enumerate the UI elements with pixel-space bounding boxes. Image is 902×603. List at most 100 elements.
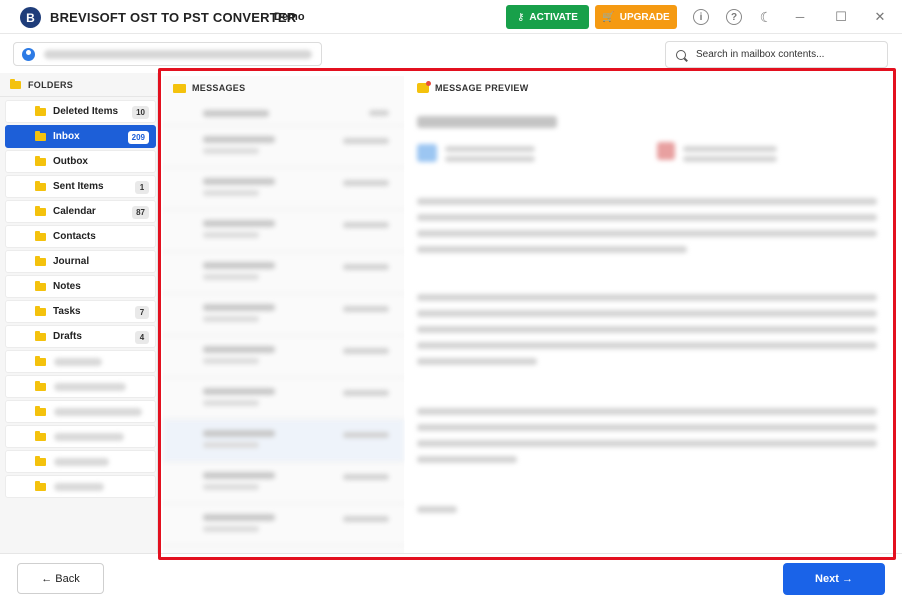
folder-item-calendar[interactable]: Calendar 87 (5, 200, 156, 223)
preview-header: MESSAGE PREVIEW (405, 76, 529, 100)
folder-item-outbox[interactable]: Outbox (5, 150, 156, 173)
folder-count: 87 (132, 206, 149, 219)
message-date-redacted (343, 222, 389, 228)
search-box[interactable] (665, 41, 888, 68)
folder-name-redacted (54, 382, 126, 391)
message-subject-redacted (203, 388, 275, 395)
message-date-redacted (343, 474, 389, 480)
folders-header-label: FOLDERS (28, 79, 74, 90)
search-input[interactable] (696, 49, 886, 60)
folder-name: Drafts (53, 331, 82, 342)
message-sender-redacted (203, 400, 259, 406)
folder-list: Deleted Items 10 Inbox 209 Outbox Sent I… (5, 100, 156, 500)
message-date-redacted (343, 516, 389, 522)
folder-item-inbox[interactable]: Inbox 209 (5, 125, 156, 148)
message-subject-redacted (203, 514, 275, 521)
message-row-selected-redacted[interactable] (163, 420, 404, 462)
message-row-redacted[interactable] (163, 168, 404, 210)
message-row-redacted[interactable] (163, 126, 404, 168)
maximize-icon[interactable]: ☐ (833, 9, 849, 25)
message-date-redacted (343, 306, 389, 312)
footer-bar: ← Back Next → (0, 553, 902, 603)
message-subject-redacted (203, 430, 275, 437)
next-button[interactable]: Next → (783, 563, 885, 595)
message-list (163, 104, 404, 546)
close-icon[interactable]: ✕ (872, 9, 888, 25)
folder-icon (35, 380, 46, 391)
envelope-icon (173, 83, 186, 93)
folder-item-redacted[interactable] (5, 450, 156, 473)
title-bar: B BREVISOFT OST TO PST CONVERTER Demo ⚷ … (0, 0, 902, 34)
folder-name: Journal (53, 256, 90, 267)
message-row-redacted[interactable] (163, 294, 404, 336)
folder-item-redacted[interactable] (5, 375, 156, 398)
message-row-redacted[interactable] (163, 378, 404, 420)
folder-item-journal[interactable]: Journal (5, 250, 156, 273)
message-date-redacted (343, 390, 389, 396)
folder-name: Notes (53, 281, 81, 292)
folder-count: 7 (135, 306, 149, 319)
minimize-icon[interactable]: ─ (792, 9, 808, 25)
folder-name: Calendar (53, 206, 96, 217)
message-row-redacted[interactable] (163, 336, 404, 378)
message-row-redacted[interactable] (163, 210, 404, 252)
mail-open-icon (417, 81, 431, 93)
folder-name: Outbox (53, 156, 88, 167)
folder-item-contacts[interactable]: Contacts (5, 225, 156, 248)
message-sender-redacted (203, 190, 259, 196)
folder-item-redacted[interactable] (5, 475, 156, 498)
upgrade-button[interactable]: 🛒 UPGRADE (595, 5, 677, 29)
body-line-redacted (417, 294, 877, 301)
edition-label: Demo (274, 11, 305, 23)
account-name-redacted (44, 50, 312, 59)
folder-name-redacted (54, 457, 109, 466)
upgrade-label: UPGRADE (619, 11, 670, 23)
message-sender-redacted (203, 274, 259, 280)
body-line-redacted (417, 310, 877, 317)
body-line-redacted (417, 198, 877, 205)
moon-icon[interactable]: ☾ (758, 9, 774, 25)
back-button[interactable]: ← Back (17, 563, 104, 594)
message-subject-redacted (203, 262, 275, 269)
preview-subject-redacted (417, 116, 557, 128)
folder-name: Inbox (53, 131, 80, 142)
activate-label: ACTIVATE (529, 11, 578, 23)
folder-item-sent-items[interactable]: Sent Items 1 (5, 175, 156, 198)
folder-icon (10, 78, 21, 89)
message-row-redacted[interactable] (163, 462, 404, 504)
folder-item-redacted[interactable] (5, 425, 156, 448)
message-sender-redacted (203, 358, 259, 364)
recipient-avatar-redacted (657, 142, 675, 160)
account-selector[interactable] (13, 42, 322, 66)
folder-item-redacted[interactable] (5, 350, 156, 373)
body-line-redacted (417, 440, 877, 447)
sender-email-redacted (445, 156, 535, 162)
body-line-redacted (417, 408, 877, 415)
folder-icon (35, 455, 46, 466)
app-logo-icon: B (20, 7, 41, 28)
folder-item-notes[interactable]: Notes (5, 275, 156, 298)
message-date-redacted (343, 348, 389, 354)
body-line-redacted (417, 230, 877, 237)
message-row-redacted[interactable] (163, 504, 404, 546)
folder-icon (35, 130, 46, 141)
message-sender-redacted (203, 316, 259, 322)
folder-icon (35, 430, 46, 441)
info-icon[interactable]: i (693, 9, 709, 25)
folders-panel: FOLDERS Deleted Items 10 Inbox 209 Outbo… (0, 73, 158, 553)
help-icon[interactable]: ? (726, 9, 742, 25)
message-subject-redacted (203, 220, 275, 227)
folder-item-tasks[interactable]: Tasks 7 (5, 300, 156, 323)
folder-name: Deleted Items (53, 106, 119, 117)
messages-header: MESSAGES (163, 76, 245, 100)
message-row-redacted[interactable] (163, 252, 404, 294)
folder-icon (35, 205, 46, 216)
folder-item-deleted-items[interactable]: Deleted Items 10 (5, 100, 156, 123)
folder-item-drafts[interactable]: Drafts 4 (5, 325, 156, 348)
activate-button[interactable]: ⚷ ACTIVATE (506, 5, 589, 29)
folder-count: 1 (135, 181, 149, 194)
folder-item-redacted[interactable] (5, 400, 156, 423)
folder-icon (35, 105, 46, 116)
folder-icon (35, 355, 46, 366)
message-list-header-redacted (163, 104, 404, 126)
